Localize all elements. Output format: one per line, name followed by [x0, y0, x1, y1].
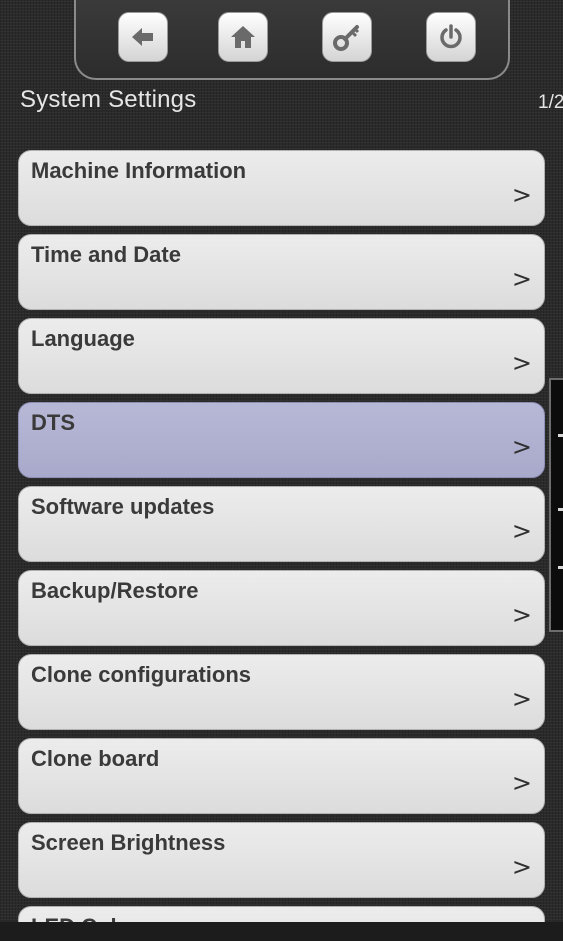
- menu-item-dts[interactable]: DTS >: [18, 402, 545, 478]
- menu-item-machine-information[interactable]: Machine Information >: [18, 150, 545, 226]
- menu-item-clone-configurations[interactable]: Clone configurations >: [18, 654, 545, 730]
- menu-item-label: Screen Brightness: [31, 830, 226, 855]
- menu-item-clone-board[interactable]: Clone board >: [18, 738, 545, 814]
- page-title: System Settings: [20, 86, 197, 113]
- chevron-right-icon: >: [511, 685, 532, 713]
- home-button[interactable]: [218, 12, 268, 62]
- chevron-right-icon: >: [511, 265, 532, 293]
- menu-item-label: Software updates: [31, 494, 215, 519]
- power-button[interactable]: [426, 12, 476, 62]
- menu-item-label: Machine Information: [31, 158, 247, 183]
- menu-item-label: Time and Date: [31, 242, 181, 267]
- menu-item-backup-restore[interactable]: Backup/Restore >: [18, 570, 545, 646]
- menu-item-language[interactable]: Language >: [18, 318, 545, 394]
- system-settings-screen: System Settings 1/2 Machine Information …: [0, 0, 563, 941]
- top-nav-bar: [74, 0, 510, 80]
- chevron-right-icon: >: [511, 853, 532, 881]
- home-icon: [231, 26, 255, 48]
- chevron-right-icon: >: [511, 601, 532, 629]
- menu-item-label: Backup/Restore: [31, 578, 199, 603]
- chevron-right-icon: >: [511, 349, 532, 377]
- page-indicator: 1/2: [538, 92, 563, 113]
- menu-item-led-color[interactable]: LED Color >: [18, 906, 545, 922]
- menu-item-software-updates[interactable]: Software updates >: [18, 486, 545, 562]
- menu-item-screen-brightness[interactable]: Screen Brightness >: [18, 822, 545, 898]
- chevron-right-icon: >: [511, 517, 532, 545]
- chevron-right-icon: >: [511, 181, 532, 209]
- arrow-left-icon: [132, 28, 153, 46]
- menu-item-label: Language: [31, 326, 135, 351]
- settings-menu-list: Machine Information > Time and Date > La…: [0, 150, 563, 922]
- key-button[interactable]: [322, 12, 372, 62]
- bottom-edge: [0, 922, 563, 941]
- chevron-right-icon: >: [511, 769, 532, 797]
- menu-item-label: LED Color: [31, 914, 139, 922]
- back-button[interactable]: [118, 12, 168, 62]
- chevron-right-icon: >: [511, 433, 532, 461]
- key-icon: [333, 25, 360, 51]
- menu-item-label: Clone board: [31, 746, 160, 771]
- menu-item-label: Clone configurations: [31, 662, 251, 687]
- menu-item-time-and-date[interactable]: Time and Date >: [18, 234, 545, 310]
- menu-item-label: DTS: [31, 410, 75, 435]
- power-icon: [440, 24, 462, 49]
